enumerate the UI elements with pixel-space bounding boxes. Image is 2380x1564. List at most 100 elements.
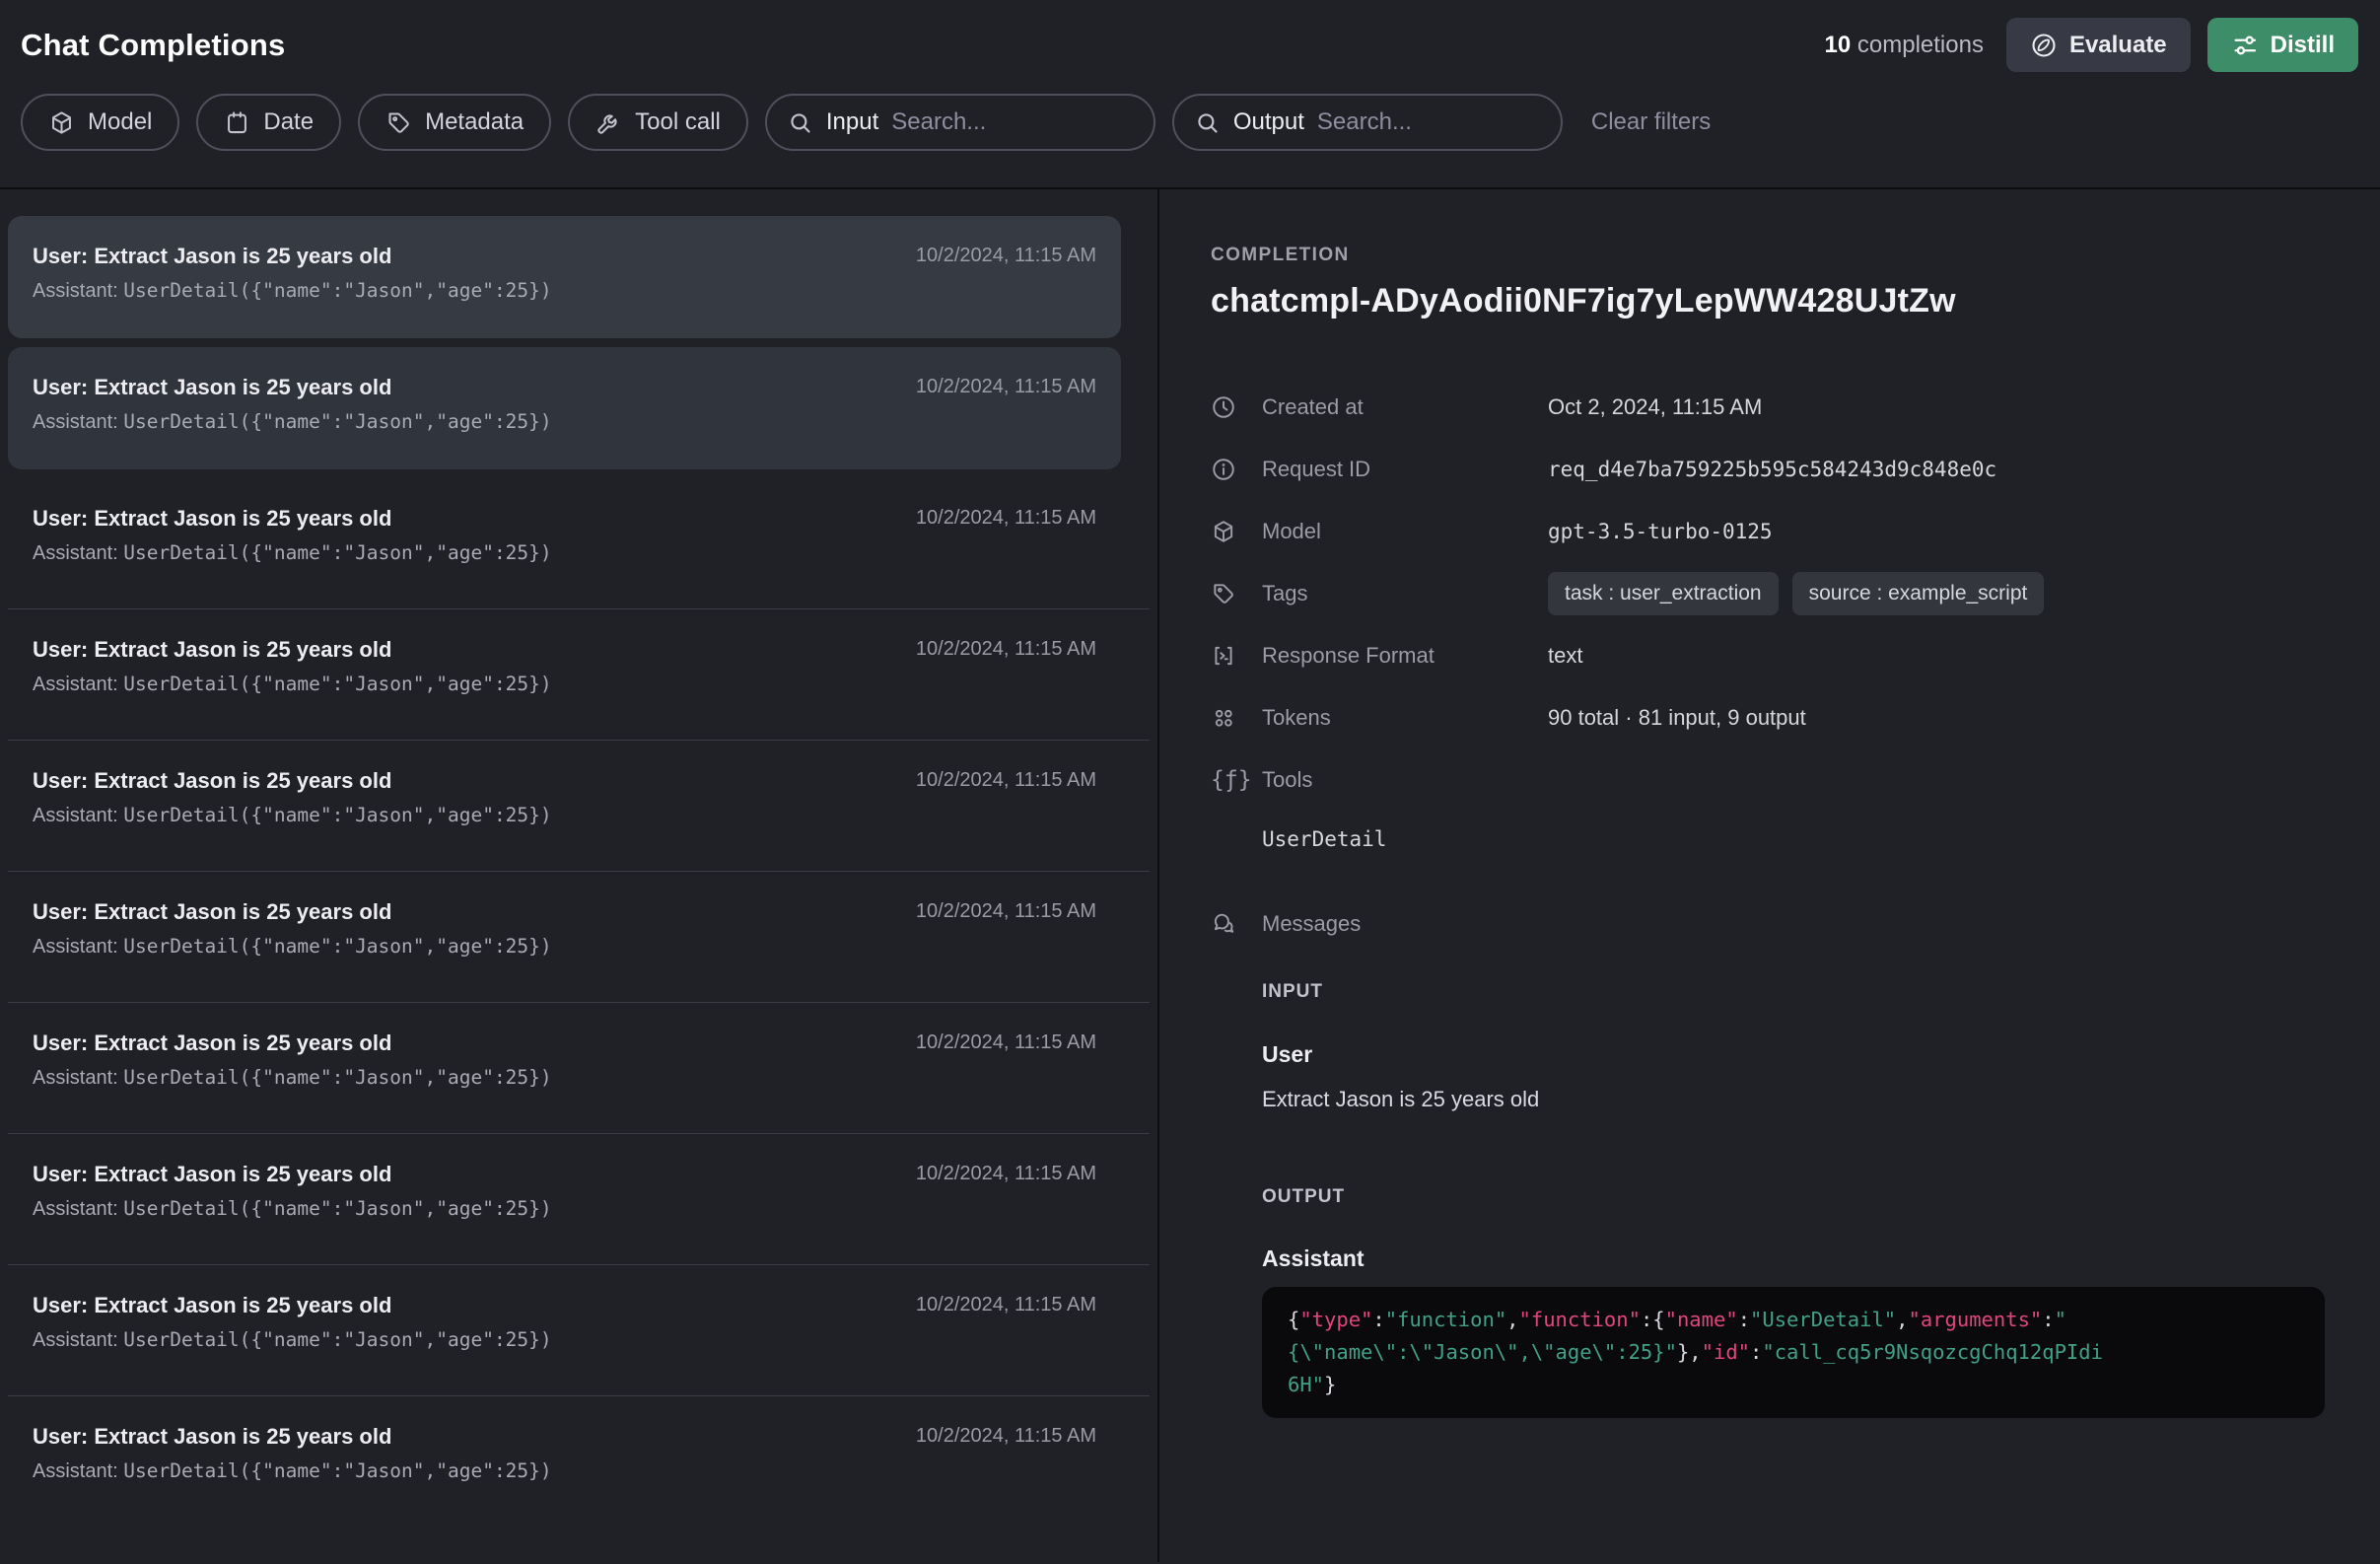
code-line: {\"name\":\"Jason\",\"age\":25}"},"id":"… [1288, 1336, 2299, 1369]
tags-list: task : user_extraction source : example_… [1548, 572, 2044, 615]
row-user-text: User: Extract Jason is 25 years old [33, 1031, 970, 1056]
input-search-input[interactable] [891, 108, 1134, 136]
row-assistant-prefix: Assistant: [33, 411, 123, 433]
filter-model[interactable]: Model [21, 94, 179, 151]
row-assistant-code: UserDetail({"name":"Jason","age":25}) [123, 1197, 551, 1220]
tag-pill: task : user_extraction [1548, 572, 1779, 615]
row-user-text: User: Extract Jason is 25 years old [33, 375, 970, 400]
detail-row-tokens: Tokens 90 total · 81 input, 9 output [1211, 704, 2325, 766]
search-icon [1194, 109, 1221, 136]
row-assistant-text: Assistant: UserDetail({"name":"Jason","a… [33, 804, 970, 827]
row-timestamp: 10/2/2024, 11:15 AM [916, 507, 1096, 530]
detail-row-request-id: Request ID req_d4e7ba759225b595c584243d9… [1211, 456, 2325, 518]
input-role: User [1262, 1041, 2325, 1068]
row-assistant-text: Assistant: UserDetail({"name":"Jason","a… [33, 935, 970, 959]
row-assistant-text: Assistant: UserDetail({"name":"Jason","a… [33, 1459, 970, 1483]
detail-row-response-format: Response Format text [1211, 642, 2325, 704]
row-assistant-prefix: Assistant: [33, 936, 123, 958]
row-assistant-text: Assistant: UserDetail({"name":"Jason","a… [33, 673, 970, 696]
code-segment: "call_cq5r9NsqozcgChq12qPIdi [1762, 1340, 2103, 1364]
evaluate-button[interactable]: Evaluate [2006, 18, 2191, 72]
page-title: Chat Completions [21, 28, 285, 63]
tools-label: Tools [1262, 766, 1548, 794]
row-user-text: User: Extract Jason is 25 years old [33, 506, 970, 532]
row-assistant-text: Assistant: UserDetail({"name":"Jason","a… [33, 279, 970, 303]
row-user-text: User: Extract Jason is 25 years old [33, 637, 970, 663]
row-assistant-prefix: Assistant: [33, 1198, 123, 1220]
detail-row-model: Model gpt-3.5-turbo-0125 [1211, 518, 2325, 580]
input-search-pill[interactable]: Input [765, 94, 1155, 151]
info-icon [1211, 457, 1236, 482]
completion-list-row[interactable]: User: Extract Jason is 25 years oldAssis… [0, 216, 1157, 347]
row-assistant-prefix: Assistant: [33, 1329, 123, 1351]
calendar-icon [224, 109, 250, 136]
code-segment: { [1288, 1308, 1299, 1331]
row-assistant-prefix: Assistant: [33, 542, 123, 564]
completion-list-row[interactable]: User: Extract Jason is 25 years oldAssis… [0, 1265, 1157, 1396]
messages-icon [1211, 911, 1236, 937]
row-assistant-prefix: Assistant: [33, 1067, 123, 1089]
detail-row-created-at: Created at Oct 2, 2024, 11:15 AM [1211, 393, 2325, 456]
output-search-pill[interactable]: Output [1172, 94, 1563, 151]
row-user-text: User: Extract Jason is 25 years old [33, 768, 970, 794]
clear-filters-button[interactable]: Clear filters [1591, 108, 1711, 136]
messages-label: Messages [1262, 910, 1548, 938]
completion-list-row[interactable]: User: Extract Jason is 25 years old Assis… [0, 609, 1157, 741]
code-segment: } [1324, 1373, 1336, 1396]
tokens-icon [1211, 705, 1236, 731]
response-format-icon [1211, 643, 1236, 669]
detail-row-tags: Tags task : user_extraction source : exa… [1211, 580, 2325, 642]
completion-section-label: COMPLETION [1211, 245, 2325, 266]
request-id-value: req_d4e7ba759225b595c584243d9c848e0c [1548, 456, 1996, 483]
completion-list-row[interactable]: User: Extract Jason is 25 years oldAssis… [0, 1134, 1157, 1265]
completion-list-row[interactable]: User: Extract Jason is 25 years old Assis… [0, 1003, 1157, 1134]
row-assistant-code: UserDetail({"name":"Jason","age":25}) [123, 410, 551, 433]
compass-icon [2030, 32, 2058, 59]
row-assistant-text: Assistant: UserDetail({"name":"Jason","a… [33, 1066, 970, 1090]
code-segment: "function" [1519, 1308, 1641, 1331]
row-timestamp: 10/2/2024, 11:15 AM [916, 638, 1096, 661]
completions-count-label: completions [1857, 32, 1984, 58]
filter-metadata[interactable]: Metadata [358, 94, 551, 151]
detail-row-messages: Messages [1211, 910, 2325, 938]
sliders-icon [2231, 32, 2259, 59]
filter-tool-call[interactable]: Tool call [568, 94, 748, 151]
output-search-label: Output [1233, 108, 1304, 136]
code-segment: " [2055, 1308, 2066, 1331]
output-role: Assistant [1262, 1245, 2325, 1272]
model-label: Model [1262, 518, 1548, 545]
completion-id: chatcmpl-ADyAodii0NF7ig7yLepWW428UJtZw [1211, 282, 2325, 320]
row-assistant-code: UserDetail({"name":"Jason","age":25}) [123, 804, 551, 826]
completion-list-row[interactable]: User: Extract Jason is 25 years oldAssis… [0, 872, 1157, 1003]
code-segment: "arguments" [1908, 1308, 2042, 1331]
completion-details: Created at Oct 2, 2024, 11:15 AM Request… [1211, 393, 2325, 938]
output-search-input[interactable] [1317, 108, 1541, 136]
filter-model-label: Model [88, 108, 152, 136]
row-timestamp: 10/2/2024, 11:15 AM [916, 900, 1096, 923]
completion-list-row[interactable]: User: Extract Jason is 25 years old Assis… [0, 347, 1157, 478]
completion-list-row[interactable]: User: Extract Jason is 25 years oldAssis… [0, 1396, 1157, 1528]
code-segment: "id" [1702, 1340, 1750, 1364]
completion-list-row[interactable]: User: Extract Jason is 25 years old Assis… [0, 478, 1157, 609]
filter-date-label: Date [263, 108, 314, 136]
row-assistant-prefix: Assistant: [33, 1460, 123, 1482]
code-line: 6H"} [1288, 1369, 2299, 1401]
completion-list-row[interactable]: User: Extract Jason is 25 years old Assis… [0, 741, 1157, 872]
code-segment: }, [1677, 1340, 1702, 1364]
code-segment: : [2042, 1308, 2054, 1331]
distill-button[interactable]: Distill [2207, 18, 2358, 72]
row-timestamp: 10/2/2024, 11:15 AM [916, 1031, 1096, 1054]
filter-bar: Model Date Metadata Tool call [21, 94, 2358, 151]
row-assistant-code: UserDetail({"name":"Jason","age":25}) [123, 1459, 551, 1482]
header-actions: 10 completions Evaluate Distill [1825, 18, 2359, 72]
input-section-label: INPUT [1262, 981, 2325, 1003]
completions-list: User: Extract Jason is 25 years old Assis… [0, 189, 1159, 1562]
code-segment: 6H" [1288, 1373, 1324, 1396]
output-section-label: OUTPUT [1262, 1186, 2325, 1208]
created-at-label: Created at [1262, 393, 1548, 421]
filter-date[interactable]: Date [196, 94, 341, 151]
tokens-label: Tokens [1262, 704, 1548, 732]
cube-icon [1211, 519, 1236, 544]
tag-icon [1211, 581, 1236, 606]
tool-name: UserDetail [1262, 827, 2325, 851]
